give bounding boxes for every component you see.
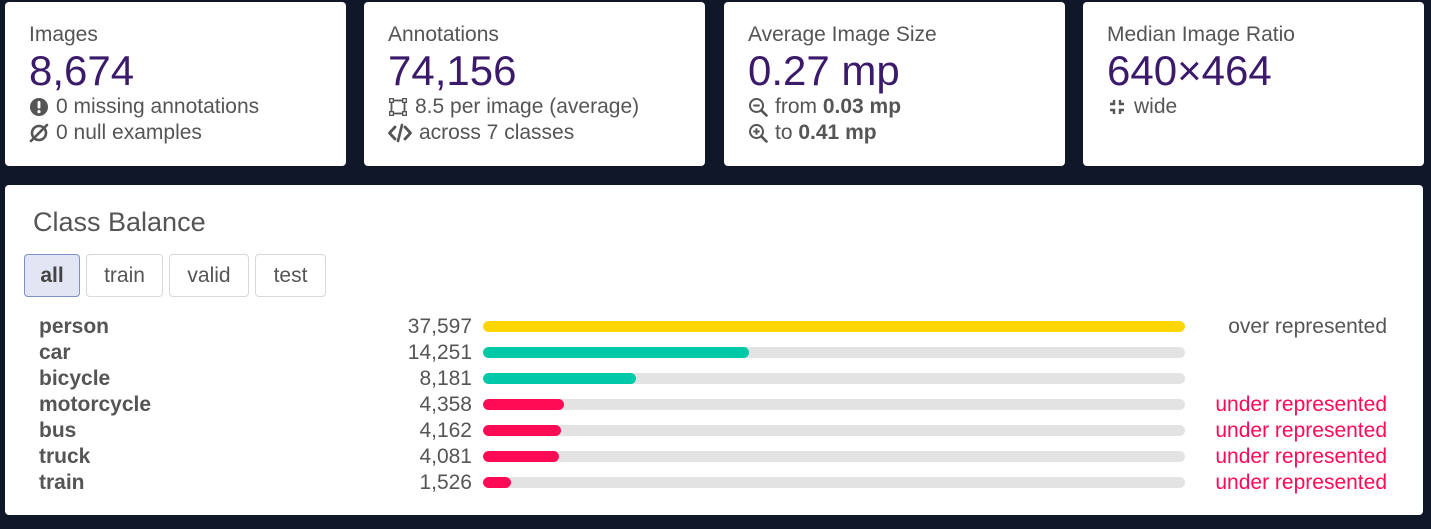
tab-all[interactable]: all: [24, 254, 80, 297]
size-from-value: 0.03 mp: [822, 95, 902, 118]
tab-train[interactable]: train: [86, 254, 163, 297]
exclamation-circle-icon: [30, 98, 48, 116]
class-row: bus 4,162 under represented: [5, 418, 1423, 444]
classes-line: across 7 classes: [388, 120, 681, 146]
size-to-line: to 0.41 mp: [748, 120, 1041, 146]
class-count: 4,081: [419, 445, 472, 468]
class-name: truck: [39, 445, 91, 468]
class-row: person 37,597 over represented: [5, 314, 1423, 340]
class-count: 4,358: [419, 393, 472, 416]
median-ratio-value: 640×464: [1107, 47, 1272, 94]
ratio-orientation-text: wide: [1134, 95, 1178, 118]
class-row: train 1,526 under represented: [5, 470, 1423, 496]
zoom-out-icon: [749, 98, 768, 117]
annotations-label: Annotations: [388, 23, 499, 46]
class-name: motorcycle: [39, 393, 152, 416]
class-count: 14,251: [407, 341, 472, 364]
average-size-label: Average Image Size: [748, 23, 937, 46]
images-label: Images: [29, 23, 98, 46]
tab-valid[interactable]: valid: [169, 254, 249, 297]
class-name: train: [39, 471, 85, 494]
class-name: bicycle: [39, 367, 111, 390]
class-count: 4,162: [419, 419, 472, 442]
class-status: under represented: [1215, 471, 1387, 494]
class-bar-track: [483, 321, 1185, 332]
images-stat-card: Images 8,674 0 missing annotations 0 nul…: [5, 2, 346, 166]
size-to-prefix: to: [775, 121, 793, 144]
class-status: under represented: [1215, 419, 1387, 442]
class-row: truck 4,081 under represented: [5, 444, 1423, 470]
class-bar-fill: [483, 477, 512, 488]
average-size-stat-card: Average Image Size 0.27 mp from 0.03 mp …: [724, 2, 1065, 166]
class-bar-track: [483, 347, 1185, 358]
per-image-text: 8.5 per image (average): [415, 95, 640, 118]
zoom-in-icon: [749, 124, 768, 143]
class-balance-card: Class Balance all train valid test perso…: [5, 185, 1423, 515]
size-from-prefix: from: [775, 95, 817, 118]
class-bar-fill: [483, 373, 636, 384]
class-bar-track: [483, 477, 1185, 488]
class-status: over represented: [1228, 315, 1387, 338]
class-name: car: [39, 341, 71, 364]
code-icon: [388, 123, 412, 143]
class-bar-fill: [483, 347, 750, 358]
class-name: person: [39, 315, 110, 338]
average-size-value: 0.27 mp: [748, 47, 900, 94]
class-balance-rows: person 37,597 over represented car 14,251 bic…: [5, 314, 1423, 496]
class-row: motorcycle 4,358 under represented: [5, 392, 1423, 418]
split-tabs: all train valid test: [24, 254, 332, 297]
class-row: bicycle 8,181: [5, 366, 1423, 392]
per-image-line: 8.5 per image (average): [388, 94, 681, 120]
class-count: 37,597: [407, 315, 472, 338]
null-examples-line: 0 null examples: [29, 120, 322, 146]
classes-text: across 7 classes: [419, 121, 575, 144]
size-to-value: 0.41 mp: [798, 121, 877, 144]
bounding-box-icon: [389, 98, 407, 116]
class-count: 1,526: [419, 471, 472, 494]
median-ratio-stat-card: Median Image Ratio 640×464 wide: [1083, 2, 1424, 166]
class-status: under represented: [1215, 393, 1387, 416]
class-count: 8,181: [419, 367, 472, 390]
empty-set-icon: [29, 123, 49, 143]
class-row: car 14,251: [5, 340, 1423, 366]
null-examples-text: 0 null examples: [56, 121, 202, 144]
missing-annotations-text: 0 missing annotations: [56, 95, 260, 118]
class-bar-track: [483, 373, 1185, 384]
class-bar-fill: [483, 399, 565, 410]
size-from-line: from 0.03 mp: [748, 94, 1041, 120]
class-bar-track: [483, 399, 1185, 410]
missing-annotations-line: 0 missing annotations: [29, 94, 322, 120]
compress-icon: [1110, 100, 1124, 114]
class-bar-track: [483, 451, 1185, 462]
class-name: bus: [39, 419, 77, 442]
class-status: under represented: [1215, 445, 1387, 468]
ratio-orientation-line: wide: [1107, 94, 1400, 120]
class-bar-fill: [483, 451, 560, 462]
images-value: 8,674: [29, 47, 135, 94]
class-bar-fill: [483, 321, 1185, 332]
tab-test[interactable]: test: [255, 254, 326, 297]
annotations-value: 74,156: [388, 47, 517, 94]
class-balance-title: Class Balance: [33, 207, 206, 237]
annotations-stat-card: Annotations 74,156 8.5 per image (averag…: [364, 2, 705, 166]
class-bar-fill: [483, 425, 561, 436]
class-bar-track: [483, 425, 1185, 436]
median-ratio-label: Median Image Ratio: [1107, 23, 1295, 46]
